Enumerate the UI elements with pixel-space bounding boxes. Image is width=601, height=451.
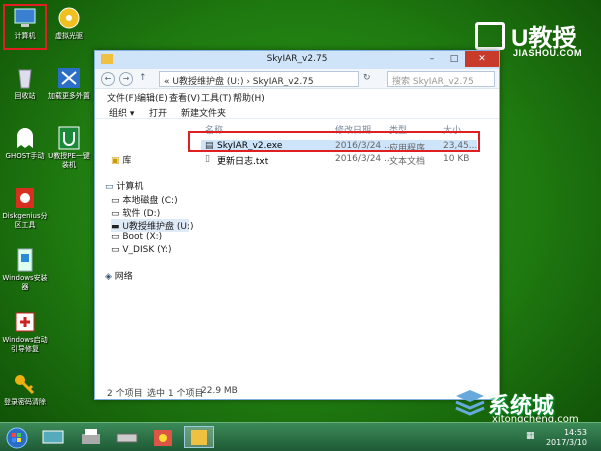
up-arrow-icon[interactable]: ↑ [139, 73, 147, 83]
forward-button[interactable]: → [119, 72, 133, 86]
nav-drive-y[interactable]: ▭ V_DISK (Y:) [111, 245, 171, 255]
text-file-icon: ▯ [205, 154, 210, 164]
status-selected: 选中 1 个项目 [147, 389, 204, 399]
nav-drive-u[interactable]: ▬ U教授维护盘 (U:) [111, 219, 193, 232]
taskbar-tool-button[interactable] [150, 426, 180, 448]
desktop-icon-label: U教授PE一键装机 [48, 152, 90, 169]
logo-mark-icon [475, 22, 505, 50]
status-bar: 2 个项目 选中 1 个项目 22.9 MB [95, 383, 499, 399]
status-size: 22.9 MB [201, 386, 238, 396]
desktop-icon-label: Windows启动引导修复 [2, 336, 48, 353]
desktop-icon-label: 回收站 [14, 92, 36, 100]
open-button[interactable]: 打开 [149, 106, 167, 119]
start-button[interactable] [4, 426, 34, 449]
navigation-pane: ▣ 库 ▭ 计算机 ▭ 本地磁盘 (C:) ▭ 软件 (D:) ▬ U教授维护盘… [95, 121, 193, 383]
nav-computer[interactable]: ▭ 计算机 [105, 179, 143, 192]
desktop-icon-label: Diskgenius分区工具 [2, 212, 48, 229]
desktop-icon-recycle-bin[interactable]: 回收站 [2, 66, 48, 101]
menu-bar: 文件(F) 编辑(E) 查看(V) 工具(T) 帮助(H) [95, 89, 499, 104]
desktop-icon-password-clear[interactable]: 登录密码清除 [2, 372, 48, 407]
recycle-bin-icon [12, 66, 38, 90]
taskbar: ▦ 14:53 2017/3/10 [0, 422, 601, 451]
logo-url: JIASHOU.COM [513, 48, 583, 58]
title-bar[interactable]: SkyIAR_v2.75 – □ ✕ [95, 51, 499, 69]
new-folder-button[interactable]: 新建文件夹 [181, 106, 226, 119]
desktop-icon-load-external[interactable]: 加载更多外置 [46, 66, 92, 101]
disc-icon [56, 6, 82, 30]
watermark: 系统城 xitongcheng.com [452, 388, 579, 425]
desktop-icon-label: GHOST手动 [5, 152, 45, 160]
desktop-icon-label: 登录密码清除 [4, 398, 46, 406]
toolbar: 组织 ▾ 打开 新建文件夹 [95, 103, 499, 119]
boot-repair-icon [12, 310, 38, 334]
key-icon [12, 372, 38, 396]
taskbar-explorer-button[interactable] [184, 426, 214, 448]
nav-library[interactable]: ▣ 库 [111, 153, 131, 166]
back-button[interactable]: ← [101, 72, 115, 86]
clock[interactable]: 14:53 2017/3/10 [546, 428, 587, 448]
selection-highlight [3, 4, 47, 50]
maximize-button[interactable]: □ [443, 51, 465, 67]
ghost-icon [12, 126, 38, 150]
refresh-icon[interactable]: ↻ [363, 73, 371, 83]
desktop-icon-boot-repair[interactable]: Windows启动引导修复 [2, 310, 48, 354]
desktop-icon-virtual-drive[interactable]: 虚拟光驱 [46, 6, 92, 41]
desktop-icon-ujiaoshou-pe[interactable]: U教授PE一键装机 [46, 126, 92, 170]
explorer-window[interactable]: SkyIAR_v2.75 – □ ✕ ← → ↑ « U教授维护盘 (U:) ›… [94, 50, 500, 400]
windows-installer-icon [12, 248, 38, 272]
diskgenius-icon [12, 186, 38, 210]
desktop-icon-windows-installer[interactable]: Windows安装器 [2, 248, 48, 292]
taskbar-drive-button[interactable] [114, 426, 144, 448]
status-item-count: 2 个项目 [107, 389, 143, 399]
watermark-logo-icon [455, 390, 485, 416]
close-button[interactable]: ✕ [465, 51, 499, 67]
desktop-icon-diskgenius[interactable]: Diskgenius分区工具 [2, 186, 48, 230]
file-highlight-box [188, 131, 480, 152]
minimize-button[interactable]: – [421, 51, 443, 67]
computer-icon: ▭ [105, 182, 117, 192]
nav-drive-x[interactable]: ▭ Boot (X:) [111, 232, 162, 242]
organize-button[interactable]: 组织 ▾ [109, 106, 134, 119]
nav-drive-c[interactable]: ▭ 本地磁盘 (C:) [111, 193, 178, 206]
nav-network[interactable]: ◈ 网络 [105, 269, 133, 282]
network-icon: ◈ [105, 272, 115, 282]
nav-drive-d[interactable]: ▭ 软件 (D:) [111, 206, 160, 219]
taskbar-desktop-button[interactable] [40, 426, 70, 448]
tray-network-icon[interactable]: ▦ [526, 431, 535, 441]
desktop-icon-label: 虚拟光驱 [55, 32, 83, 40]
network-icon [56, 66, 82, 90]
file-row[interactable]: ▯ 更新日志.txt 2016/3/24 ... 文本文档 10 KB [201, 153, 477, 167]
library-icon: ▣ [111, 156, 123, 166]
desktop-icon-label: Windows安装器 [2, 274, 48, 291]
desktop-icon-ghost[interactable]: GHOST手动 [2, 126, 48, 161]
desktop-icon-label: 加载更多外置 [48, 92, 90, 100]
address-bar-row: ← → ↑ « U教授维护盘 (U:) › SkyIAR_v2.75 ↻ 搜索 … [95, 69, 499, 89]
address-input[interactable]: « U教授维护盘 (U:) › SkyIAR_v2.75 [159, 71, 359, 87]
search-input[interactable]: 搜索 SkyIAR_v2.75 [387, 71, 495, 87]
ujiaoshou-icon [56, 126, 82, 150]
taskbar-printer-button[interactable] [78, 426, 108, 448]
